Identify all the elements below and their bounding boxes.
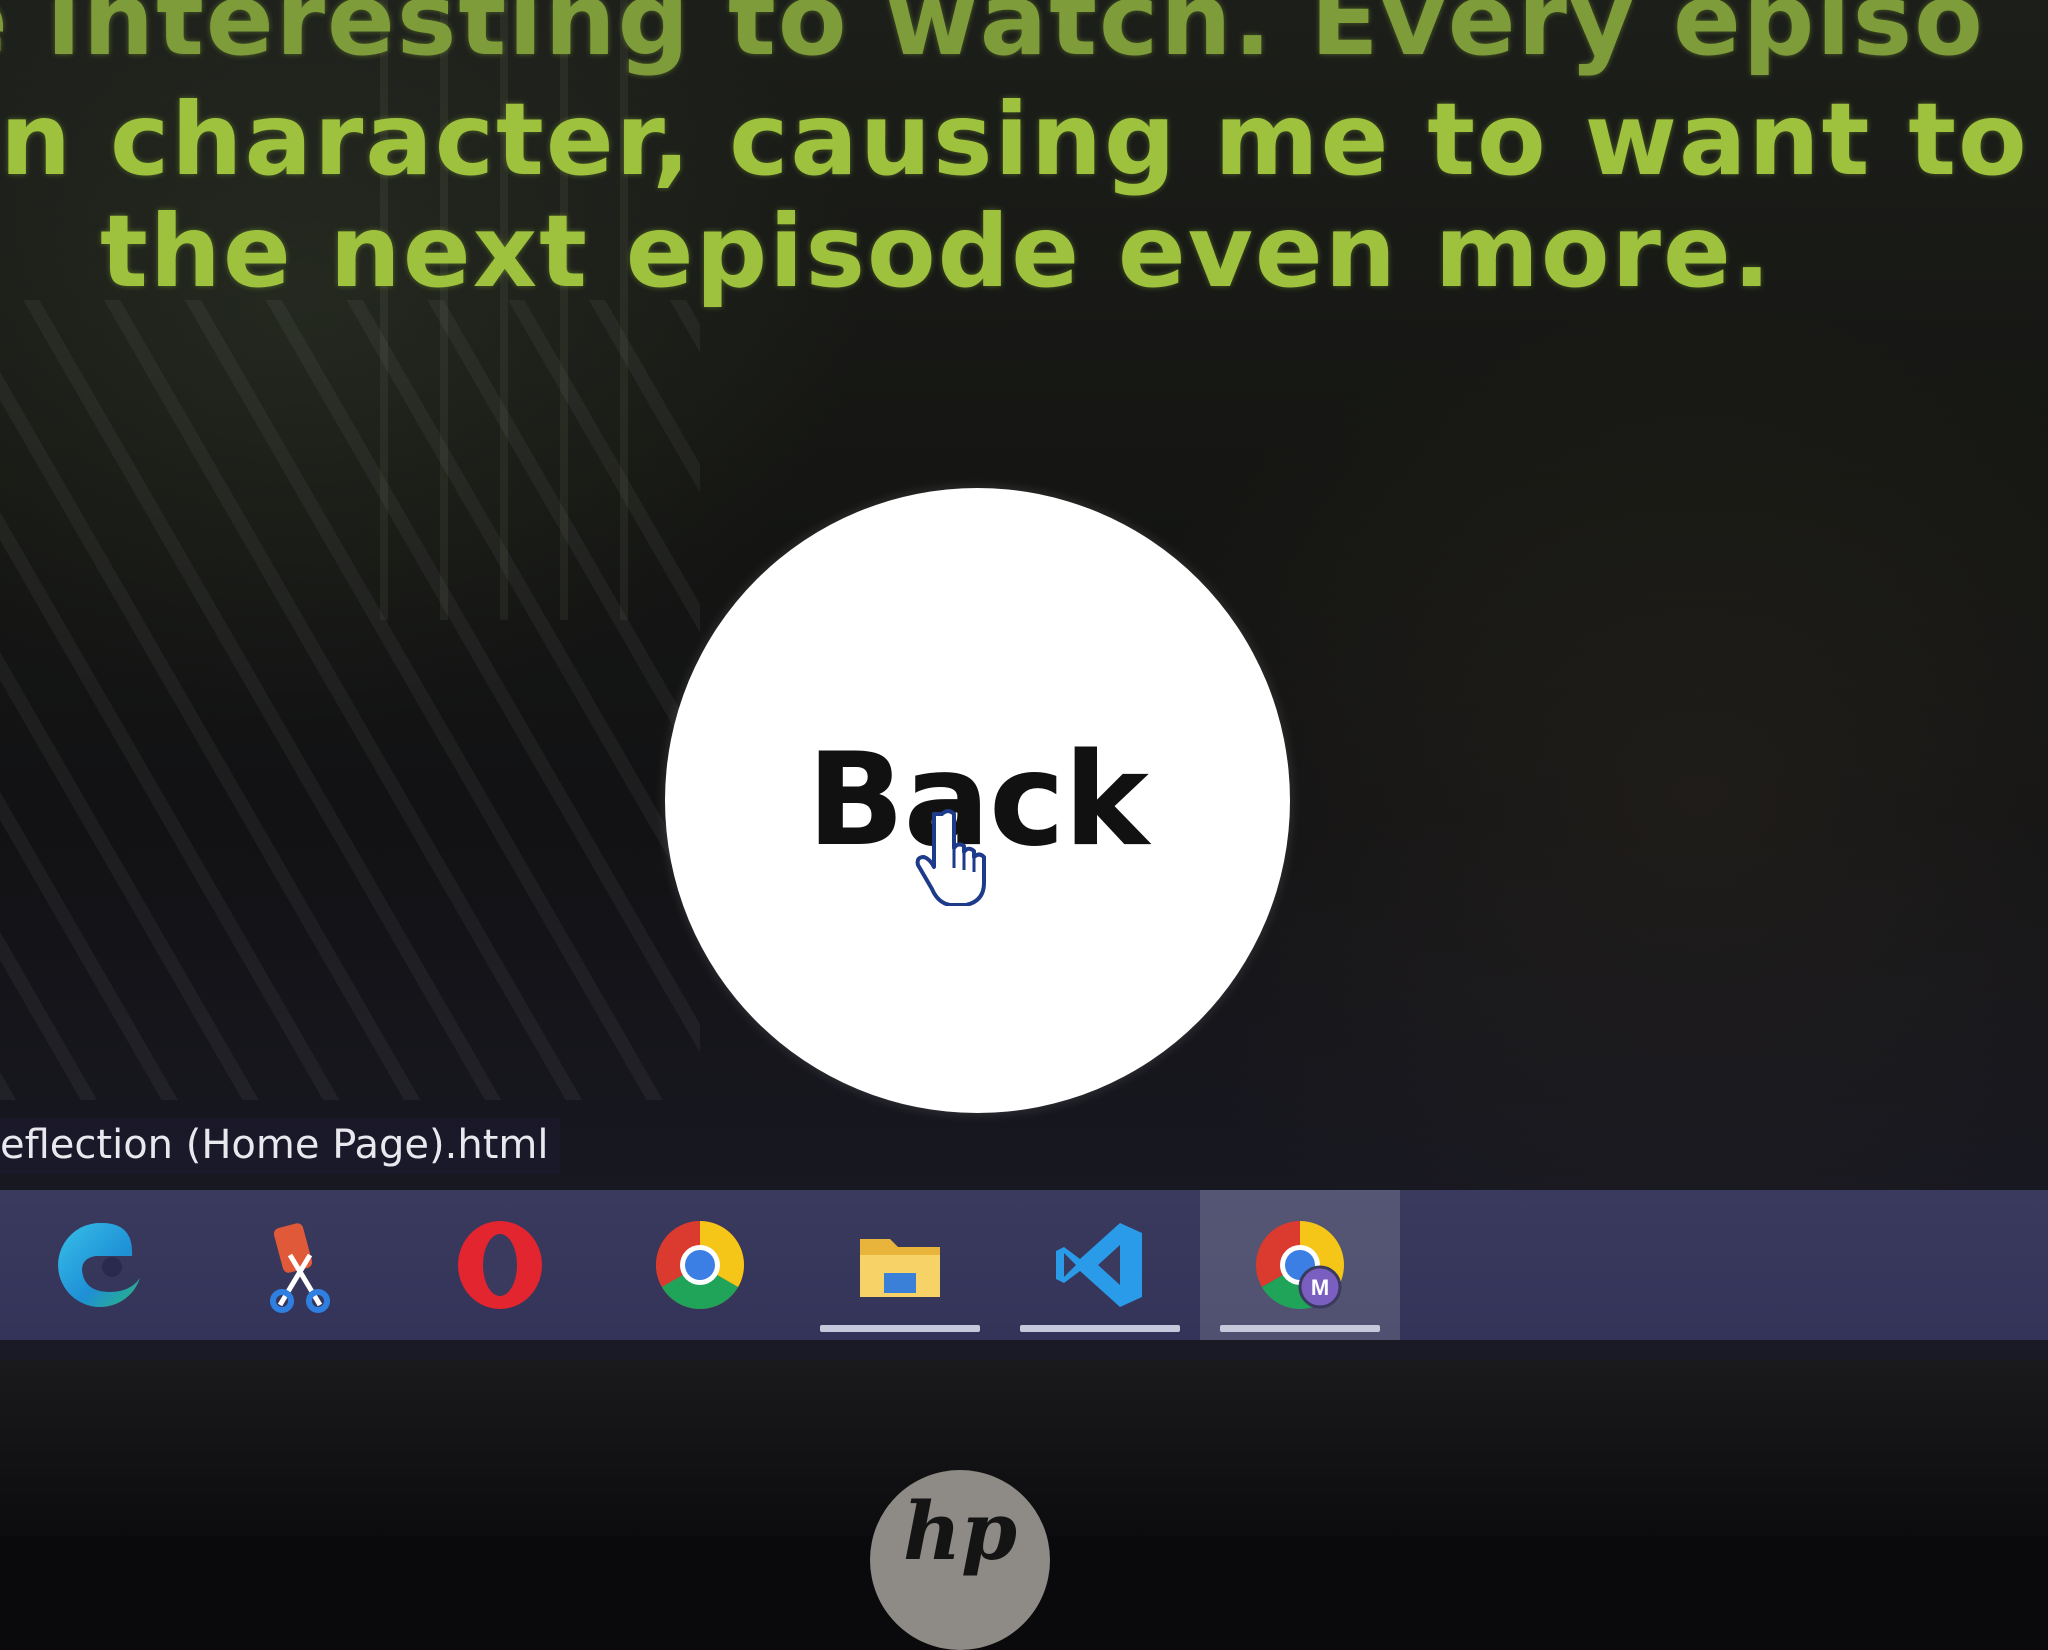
taskbar: M — [0, 1190, 2048, 1340]
hand-cursor-icon — [915, 809, 986, 906]
snip-sketch-icon — [270, 1223, 330, 1313]
profile-initial: M — [1311, 1275, 1329, 1300]
hp-logo: hp — [870, 1470, 1050, 1650]
chrome-profile-icon: M — [1256, 1221, 1344, 1309]
opera-icon — [458, 1221, 542, 1309]
taskbar-chrome-profile[interactable]: M — [1200, 1190, 1400, 1340]
back-button[interactable]: Back — [665, 488, 1290, 1113]
taskbar-snip-sketch[interactable] — [200, 1190, 400, 1340]
vscode-icon — [1056, 1223, 1142, 1307]
running-indicator — [820, 1325, 980, 1332]
running-indicator — [1020, 1325, 1180, 1332]
taskbar-opera[interactable] — [400, 1190, 600, 1340]
review-text-line: the next episode even more. — [100, 193, 1773, 310]
edge-icon — [58, 1222, 140, 1307]
taskbar-file-explorer[interactable] — [800, 1190, 1000, 1340]
link-status-bar: eflection (Home Page).html — [0, 1118, 561, 1174]
taskbar-vscode[interactable] — [1000, 1190, 1200, 1340]
file-explorer-icon — [860, 1239, 940, 1297]
running-indicator — [1220, 1325, 1380, 1332]
review-text-line: e interesting to watch. Every episo — [0, 0, 1985, 78]
hp-logo-text: hp — [902, 1484, 1018, 1578]
review-text-line: n character, causing me to want to — [0, 81, 2029, 198]
monitor-screen: e interesting to watch. Every episo n ch… — [0, 0, 2048, 1360]
chrome-icon — [656, 1221, 744, 1309]
taskbar-edge[interactable] — [0, 1190, 200, 1340]
taskbar-chrome[interactable] — [600, 1190, 800, 1340]
